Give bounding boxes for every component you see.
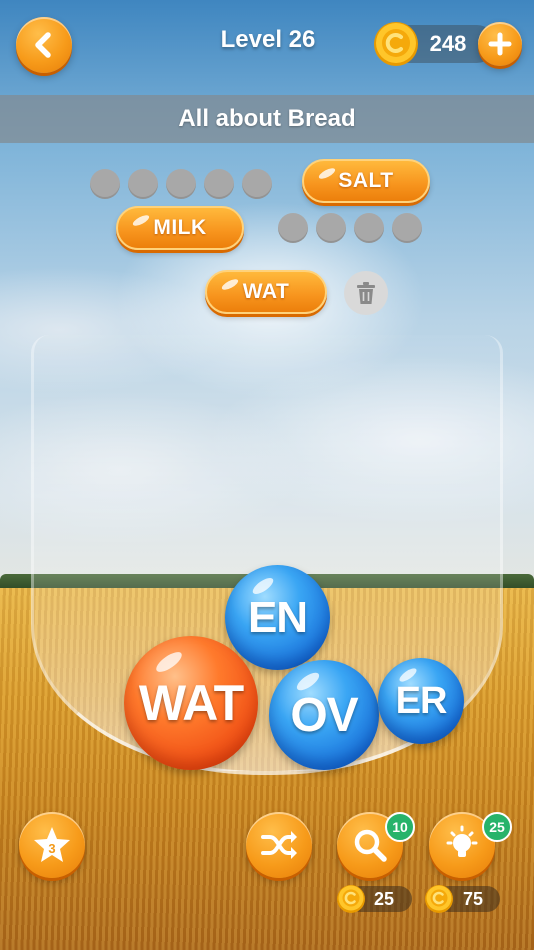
star-count: 3 — [48, 841, 55, 856]
found-word-text: MILK — [153, 216, 207, 239]
empty-letter-slot — [392, 213, 422, 243]
coin-icon — [425, 885, 453, 913]
letter-bubble[interactable]: WAT — [124, 636, 258, 770]
empty-letter-slot — [242, 169, 272, 199]
magnifier-icon — [354, 829, 387, 862]
coin-icon — [374, 22, 418, 66]
star-icon: 3 — [34, 827, 70, 862]
shuffle-button[interactable] — [246, 812, 312, 878]
stars-button[interactable]: 3 — [19, 812, 85, 878]
empty-letter-slot — [316, 213, 346, 243]
letter-bubble[interactable]: EN — [225, 565, 330, 670]
search-cost: 25 — [373, 889, 395, 909]
hint-cost: 75 — [462, 889, 484, 909]
empty-letter-slot — [166, 169, 196, 199]
buy-coins-button[interactable] — [478, 22, 522, 66]
found-word-pill: SALT — [302, 159, 430, 203]
hidden-word-slots — [90, 169, 272, 199]
current-word-pill: WAT — [205, 270, 327, 314]
empty-letter-slot — [90, 169, 120, 199]
empty-letter-slot — [278, 213, 308, 243]
coin-icon — [337, 885, 365, 913]
search-hint-badge: 10 — [385, 812, 415, 842]
coin-count: 248 — [429, 31, 467, 56]
back-button[interactable] — [16, 17, 72, 73]
hidden-word-slots — [278, 213, 422, 243]
lightbulb-hint-badge: 25 — [482, 812, 512, 842]
letter-bubble[interactable]: ER — [378, 658, 464, 744]
current-word-text: WAT — [242, 280, 290, 303]
trash-icon — [357, 282, 375, 304]
level-title: Level 26 — [220, 26, 316, 53]
category-banner: All about Bread — [0, 95, 534, 143]
found-word-text: SALT — [338, 169, 394, 192]
lightbulb-icon — [446, 825, 478, 857]
empty-letter-slot — [204, 169, 234, 199]
empty-letter-slot — [354, 213, 384, 243]
letter-bubble[interactable]: OV — [269, 660, 379, 770]
category-title: All about Bread — [178, 105, 356, 132]
plus-icon — [488, 32, 512, 56]
shuffle-icon — [261, 831, 297, 859]
back-arrow-icon — [35, 32, 51, 58]
empty-letter-slot — [128, 169, 158, 199]
clear-word-button[interactable] — [344, 271, 388, 315]
found-word-pill: MILK — [116, 206, 244, 250]
